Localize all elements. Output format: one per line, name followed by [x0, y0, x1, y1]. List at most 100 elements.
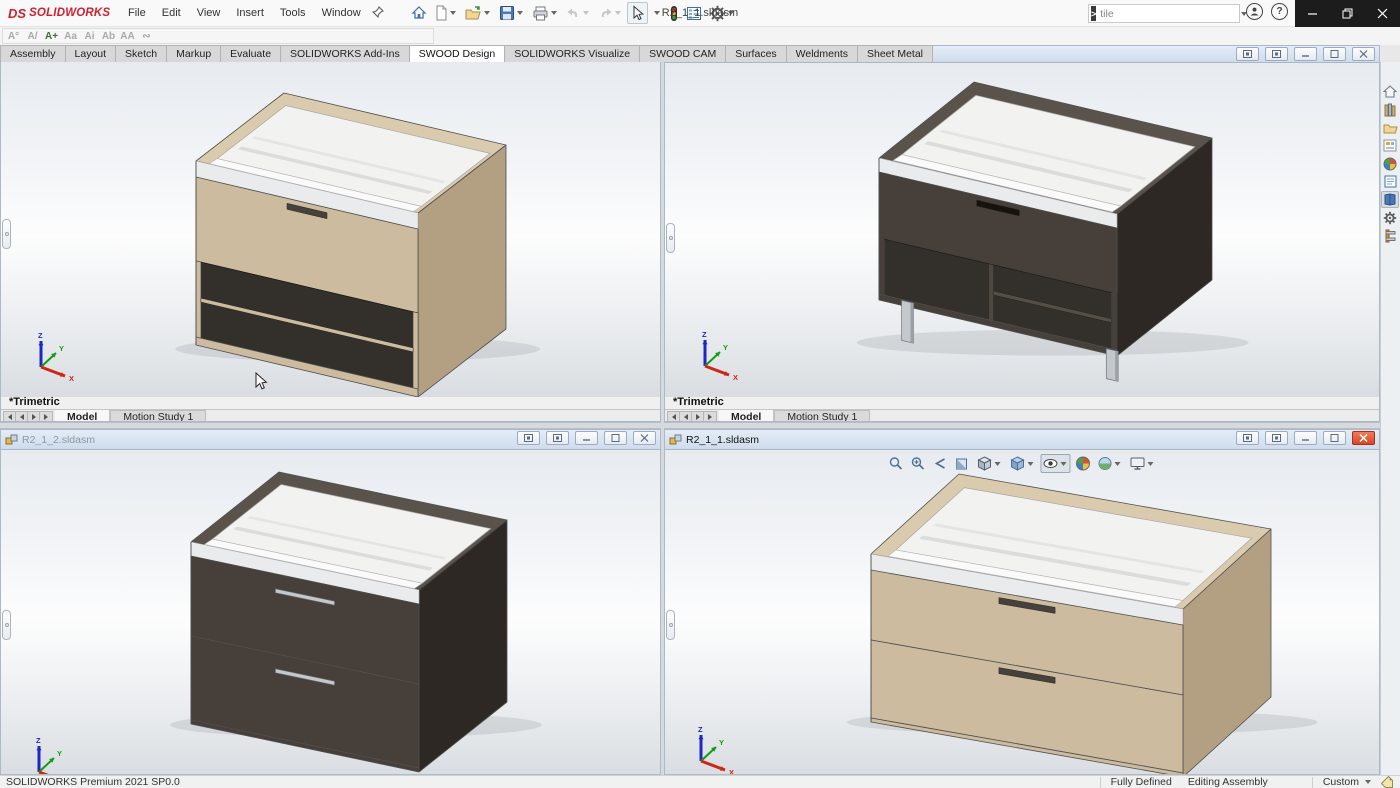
swood-clamp-icon[interactable] [1381, 227, 1399, 244]
viewport-close-button[interactable] [1352, 431, 1375, 445]
tile-button-2[interactable] [546, 431, 569, 445]
app-restore-button[interactable] [1330, 0, 1365, 27]
tab-nav-prev-button[interactable] [16, 412, 28, 421]
home-button[interactable] [408, 2, 430, 24]
viewport-titlebar-bottom-left[interactable]: R2_1_2.sldasm [1, 430, 660, 450]
motion-study-tab[interactable]: Motion Study 1 [774, 410, 870, 422]
ribbon-tab-evaluate[interactable]: Evaluate [220, 45, 281, 62]
new-document-button[interactable] [431, 2, 461, 24]
viewport-minimize-button[interactable] [575, 431, 598, 445]
ribbon-tab-solidworks-add-ins[interactable]: SOLIDWORKS Add-Ins [280, 45, 410, 62]
zoom-to-area-button[interactable] [909, 454, 928, 473]
viewport-maximize-button[interactable] [1323, 47, 1346, 61]
apply-scene-button[interactable] [1096, 454, 1125, 473]
format-tool-icon-1[interactable]: A° [6, 30, 21, 43]
tag-icon[interactable] [1381, 776, 1394, 788]
tile-button-1[interactable] [1236, 431, 1259, 445]
search-input[interactable] [1096, 8, 1239, 20]
model-area-bottom-right[interactable]: ZYX [665, 450, 1379, 775]
tab-nav-last-button[interactable] [40, 412, 52, 421]
print-button[interactable] [529, 2, 562, 24]
model-canvas-bottom-right[interactable]: ZYX [665, 450, 1380, 775]
swood-options-icon[interactable] [1381, 209, 1399, 226]
tab-nav-last-button[interactable] [704, 412, 716, 421]
open-button[interactable] [462, 2, 495, 24]
previous-view-button[interactable] [931, 454, 950, 473]
app-close-button[interactable] [1365, 0, 1400, 27]
viewport-titlebar-bottom-right[interactable]: R2_1_1.sldasm [665, 430, 1379, 450]
section-view-button[interactable] [953, 454, 972, 473]
model-area-top-left[interactable]: ZYX [1, 62, 660, 397]
menu-item-insert[interactable]: Insert [229, 4, 271, 22]
format-tool-icon-5[interactable]: Ai [82, 30, 97, 43]
ribbon-tab-markup[interactable]: Markup [166, 45, 221, 62]
edit-appearance-button[interactable] [1074, 454, 1093, 473]
viewport-maximize-button[interactable] [604, 431, 627, 445]
configuration-dropdown-icon[interactable] [1365, 780, 1371, 784]
view-palette-icon[interactable] [1381, 137, 1399, 154]
zoom-to-fit-button[interactable] [887, 454, 906, 473]
design-library-icon[interactable] [1381, 101, 1399, 118]
ribbon-tab-sheet-metal[interactable]: Sheet Metal [857, 45, 933, 62]
viewport-close-button[interactable] [1352, 47, 1375, 61]
ribbon-tab-surfaces[interactable]: Surfaces [725, 45, 786, 62]
tab-nav-first-button[interactable] [4, 412, 16, 421]
file-explorer-icon[interactable] [1381, 119, 1399, 136]
user-account-icon[interactable] [1246, 3, 1263, 20]
save-button[interactable] [496, 2, 528, 24]
ribbon-tab-weldments[interactable]: Weldments [786, 45, 858, 62]
custom-properties-icon[interactable] [1381, 173, 1399, 190]
ribbon-tab-swood-design[interactable]: SWOOD Design [409, 45, 505, 62]
format-tool-icon-7[interactable]: AA [120, 30, 135, 43]
format-tool-icon-6[interactable]: Ab [101, 30, 116, 43]
model-tab[interactable]: Model [55, 410, 110, 422]
model-canvas-top-right[interactable]: ZYX [665, 63, 1380, 397]
menu-item-tools[interactable]: Tools [273, 4, 313, 22]
undo-button[interactable] [563, 2, 594, 24]
home-tab-icon[interactable] [1381, 83, 1399, 100]
tab-nav-first-button[interactable] [668, 412, 680, 421]
configuration-selector[interactable]: Custom [1323, 776, 1359, 788]
solidworks-forum-icon[interactable] [1381, 191, 1399, 208]
app-titlebar[interactable]: DS SOLIDWORKS File Edit View Insert Tool… [0, 0, 1400, 27]
display-style-button[interactable] [1008, 454, 1038, 473]
format-tool-icon-8[interactable]: ∾ [139, 30, 154, 43]
app-minimize-button[interactable] [1295, 0, 1330, 27]
viewport-maximize-button[interactable] [1323, 431, 1346, 445]
ribbon-tab-layout[interactable]: Layout [65, 45, 117, 62]
select-tool-button[interactable] [627, 2, 648, 24]
appearances-scenes-icon[interactable] [1381, 155, 1399, 172]
menu-item-view[interactable]: View [190, 4, 228, 22]
featuremanager-splitter-handle[interactable] [666, 610, 675, 640]
search-box[interactable]: > [1088, 4, 1240, 23]
model-canvas-bottom-left[interactable]: ZYX [1, 450, 661, 775]
featuremanager-splitter-handle[interactable] [666, 223, 675, 253]
view-settings-button[interactable] [1128, 454, 1158, 473]
tile-button-1[interactable] [1236, 47, 1259, 61]
menu-item-window[interactable]: Window [315, 4, 368, 22]
pin-menu-icon[interactable] [372, 6, 384, 21]
horizontal-splitter[interactable] [0, 422, 1380, 429]
tab-nav-next-button[interactable] [28, 412, 40, 421]
ribbon-tab-solidworks-visualize[interactable]: SOLIDWORKS Visualize [504, 45, 640, 62]
model-area-top-right[interactable]: ZYX [665, 63, 1379, 397]
format-tool-icon-2[interactable]: A/ [25, 30, 40, 43]
tile-button-1[interactable] [517, 431, 540, 445]
featuremanager-splitter-handle[interactable] [2, 610, 11, 640]
viewport-minimize-button[interactable] [1294, 431, 1317, 445]
view-orientation-button[interactable] [975, 454, 1005, 473]
motion-study-tab[interactable]: Motion Study 1 [110, 410, 206, 422]
format-tool-icon-3[interactable]: A+ [44, 30, 59, 43]
ribbon-tab-swood-cam[interactable]: SWOOD CAM [639, 45, 726, 62]
tile-button-2[interactable] [1265, 431, 1288, 445]
menu-item-file[interactable]: File [121, 4, 153, 22]
redo-button[interactable] [595, 2, 626, 24]
tile-button-2[interactable] [1265, 47, 1288, 61]
tab-nav-next-button[interactable] [692, 412, 704, 421]
help-icon[interactable]: ? [1271, 3, 1288, 20]
menu-item-edit[interactable]: Edit [155, 4, 188, 22]
model-area-bottom-left[interactable]: ZYX [1, 450, 660, 775]
featuremanager-splitter-handle[interactable] [2, 219, 11, 249]
model-canvas-top-left[interactable]: ZYX [1, 62, 661, 397]
viewport-close-button[interactable] [633, 431, 656, 445]
